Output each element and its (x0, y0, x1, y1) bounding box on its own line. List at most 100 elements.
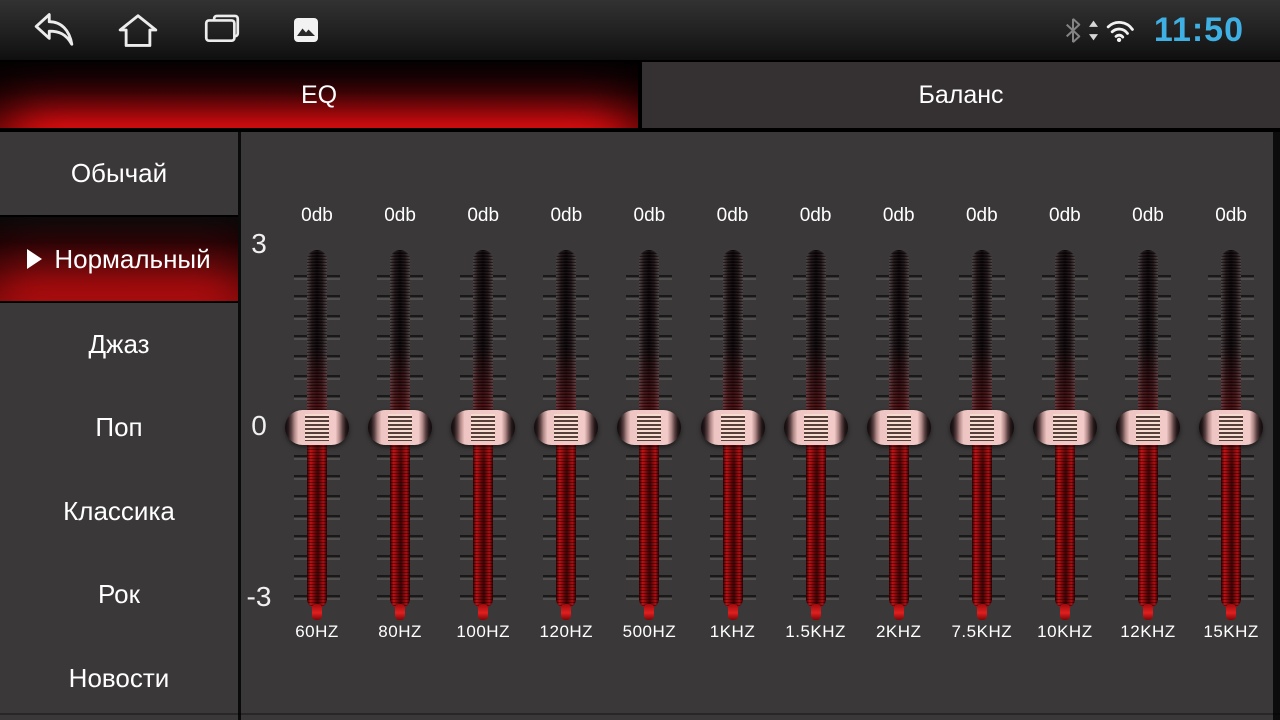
slider-track-lower[interactable] (1055, 428, 1075, 608)
preset-label: Поп (95, 412, 142, 443)
slider-track-upper[interactable] (390, 250, 410, 428)
slider-track-lower[interactable] (1221, 428, 1241, 608)
tab-balance-label: Баланс (918, 81, 1003, 110)
band-freq-label: 7.5KHZ (941, 622, 1023, 642)
eq-band-slider: 0db 1KHZ (692, 205, 774, 655)
slider-track-lower[interactable] (723, 428, 743, 608)
band-freq-label: 60HZ (276, 622, 358, 642)
slider-track-tip (1226, 604, 1236, 620)
slider-track-upper[interactable] (1138, 250, 1158, 428)
slider-thumb[interactable] (451, 410, 515, 445)
band-gain-label: 0db (525, 205, 607, 227)
slider-thumb[interactable] (950, 410, 1014, 445)
preset-item[interactable]: Рок (0, 553, 238, 636)
preset-item[interactable]: Поп (0, 386, 238, 469)
band-gain-label: 0db (1107, 205, 1189, 227)
slider-track-tip (561, 604, 571, 620)
tab-bar: EQ Баланс (0, 60, 1280, 132)
slider-thumb[interactable] (1116, 410, 1180, 445)
slider-track-lower[interactable] (1138, 428, 1158, 608)
preset-label: Нормальный (54, 244, 210, 275)
band-freq-label: 12KHZ (1107, 622, 1189, 642)
slider-thumb[interactable] (368, 410, 432, 445)
band-gain-label: 0db (1024, 205, 1106, 227)
thumb-grip-texture (637, 414, 661, 441)
slider-track-lower[interactable] (972, 428, 992, 608)
slider-track-upper[interactable] (556, 250, 576, 428)
band-gain-label: 0db (442, 205, 524, 227)
slider-track-tip (977, 604, 987, 620)
preset-label: Обычай (71, 158, 167, 189)
slider-track-tip (728, 604, 738, 620)
slider-track-lower[interactable] (556, 428, 576, 608)
slider-thumb[interactable] (1199, 410, 1263, 445)
eq-band-slider: 0db 15KHZ (1190, 205, 1272, 655)
thumb-grip-texture (804, 414, 828, 441)
slider-track-upper[interactable] (639, 250, 659, 428)
bluetooth-icon (1064, 17, 1082, 44)
content-area: Обычай Нормальный Джаз Поп Классика Рок … (0, 132, 1280, 720)
tab-balance[interactable]: Баланс (642, 62, 1280, 128)
recents-icon (201, 12, 243, 48)
slider-thumb[interactable] (285, 410, 349, 445)
thumb-grip-texture (1219, 414, 1243, 441)
slider-track-upper[interactable] (723, 250, 743, 428)
preset-item[interactable]: Нормальный (0, 215, 238, 302)
slider-thumb[interactable] (1033, 410, 1097, 445)
slider-track-upper[interactable] (1221, 250, 1241, 428)
slider-track-lower[interactable] (307, 428, 327, 608)
slider-track-tip (395, 604, 405, 620)
slider-thumb[interactable] (617, 410, 681, 445)
slider-thumb[interactable] (784, 410, 848, 445)
thumb-grip-texture (887, 414, 911, 441)
preset-item[interactable]: Классика (0, 470, 238, 553)
back-button[interactable] (28, 6, 80, 54)
band-gain-label: 0db (941, 205, 1023, 227)
slider-track-tip (478, 604, 488, 620)
gallery-button[interactable] (280, 6, 332, 54)
tab-eq-label: EQ (301, 81, 337, 110)
selected-arrow-icon (27, 249, 42, 269)
slider-track-lower[interactable] (806, 428, 826, 608)
band-freq-label: 15KHZ (1190, 622, 1272, 642)
slider-track-tip (312, 604, 322, 620)
slider-track-lower[interactable] (473, 428, 493, 608)
recents-button[interactable] (196, 6, 248, 54)
slider-thumb[interactable] (701, 410, 765, 445)
band-gain-label: 0db (692, 205, 774, 227)
slider-track-upper[interactable] (972, 250, 992, 428)
band-gain-label: 0db (608, 205, 690, 227)
thumb-grip-texture (554, 414, 578, 441)
preset-label: Классика (63, 496, 175, 527)
slider-track-tip (1143, 604, 1153, 620)
slider-track-upper[interactable] (307, 250, 327, 428)
preset-item[interactable]: Обычай (0, 132, 238, 215)
home-button[interactable] (112, 6, 164, 54)
status-bar: 11:50 (0, 0, 1280, 60)
eq-band-slider: 0db 12KHZ (1107, 205, 1189, 655)
eq-band-slider: 0db 120HZ (525, 205, 607, 655)
slider-track-lower[interactable] (889, 428, 909, 608)
band-freq-label: 1KHZ (692, 622, 774, 642)
slider-thumb[interactable] (534, 410, 598, 445)
eq-band-slider: 0db 10KHZ (1024, 205, 1106, 655)
preset-list: Обычай Нормальный Джаз Поп Классика Рок … (0, 132, 241, 720)
band-freq-label: 80HZ (359, 622, 441, 642)
slider-track-tip (1060, 604, 1070, 620)
thumb-grip-texture (1136, 414, 1160, 441)
thumb-grip-texture (388, 414, 412, 441)
gallery-icon (293, 17, 319, 43)
band-freq-label: 500HZ (608, 622, 690, 642)
slider-track-upper[interactable] (473, 250, 493, 428)
slider-track-upper[interactable] (806, 250, 826, 428)
preset-item[interactable]: Джаз (0, 303, 238, 386)
tab-eq[interactable]: EQ (0, 62, 638, 128)
thumb-grip-texture (970, 414, 994, 441)
slider-track-lower[interactable] (639, 428, 659, 608)
slider-track-upper[interactable] (1055, 250, 1075, 428)
activity-arrows-icon (1089, 20, 1098, 41)
slider-thumb[interactable] (867, 410, 931, 445)
slider-track-lower[interactable] (390, 428, 410, 608)
preset-item[interactable]: Новости (0, 637, 238, 720)
slider-track-upper[interactable] (889, 250, 909, 428)
